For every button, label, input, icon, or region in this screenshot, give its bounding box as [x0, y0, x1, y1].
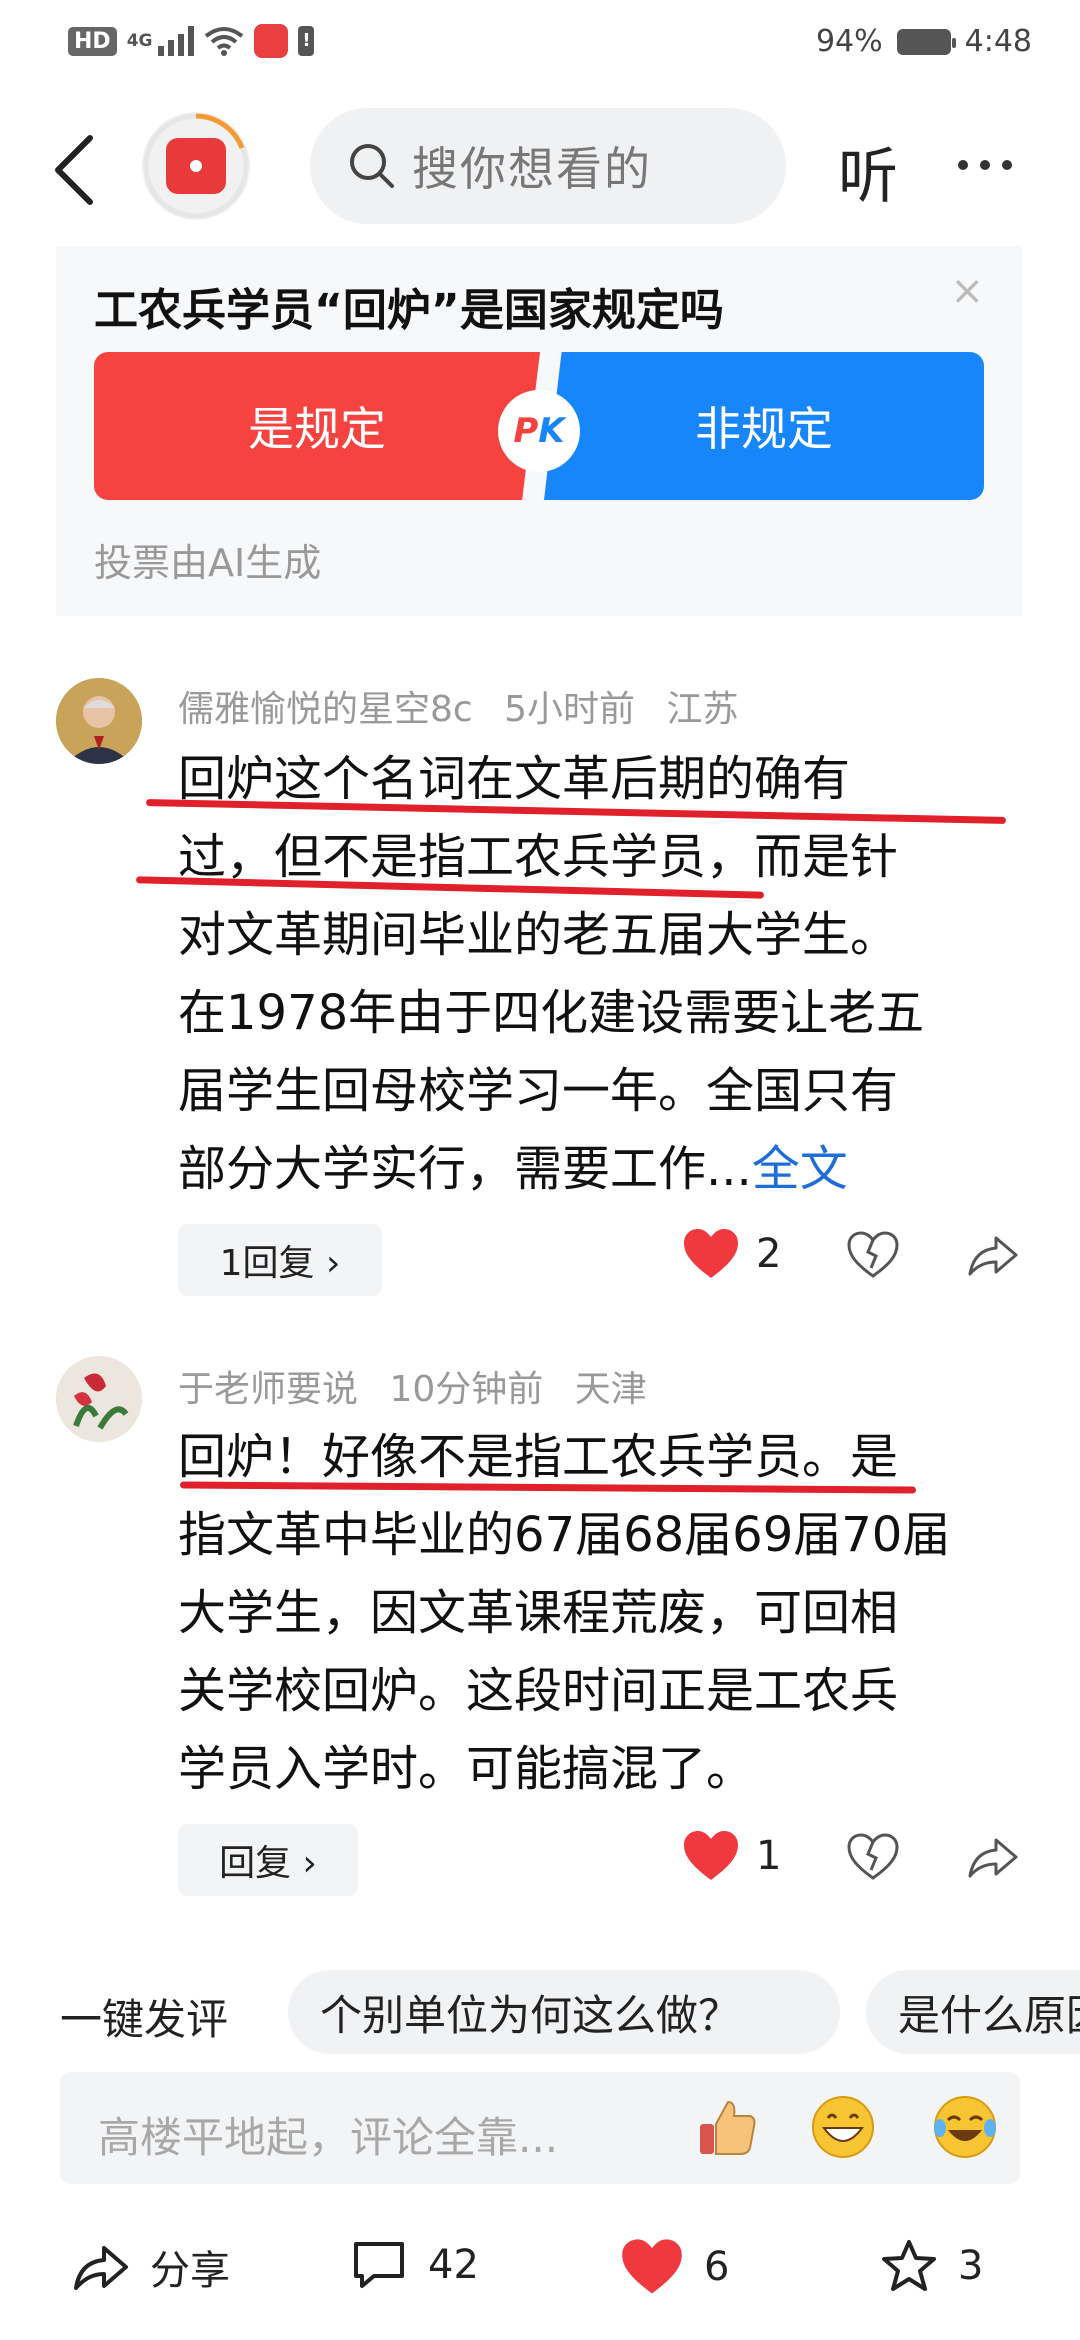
battery-percent: 94%: [815, 24, 883, 59]
like-count: 2: [756, 1231, 782, 1277]
status-bar: HD 4G ! 94% 4:48: [0, 0, 1080, 90]
comment-meta: 儒雅愉悦的星空8c 5小时前 江苏: [178, 680, 759, 732]
share-icon: [74, 2246, 128, 2290]
vote-no-button[interactable]: 非规定: [544, 352, 984, 500]
comment-line: 关学校回炉。这段时间正是工农兵: [178, 1663, 899, 1719]
dot-icon: [958, 160, 968, 170]
favorite-button[interactable]: 3: [880, 2238, 983, 2294]
comment-location: 天津: [574, 1369, 647, 1410]
dislike-heart-icon[interactable]: [846, 1230, 900, 1280]
share-label: 分享: [150, 2248, 230, 2294]
comment-meta: 于老师要说 10分钟前 天津: [178, 1360, 667, 1412]
quick-comment-chip[interactable]: 是什么原因: [866, 1970, 1080, 2054]
quick-comment-label: 一键发评: [60, 1995, 229, 2044]
flower-avatar-icon: [56, 1356, 142, 1442]
dot-icon: [1002, 160, 1012, 170]
share-arrow-icon[interactable]: [966, 1832, 1020, 1882]
share-button[interactable]: 分享: [72, 2238, 230, 2296]
poll-question: 工农兵学员“回炉”是国家规定吗: [94, 285, 724, 336]
like-count: 6: [704, 2244, 730, 2290]
comment-count: 42: [428, 2242, 479, 2288]
battery-icon: [896, 28, 956, 55]
quick-comment-chip[interactable]: 个别单位为何这么做？: [288, 1970, 840, 2054]
thumbs-up-emoji-icon[interactable]: [694, 2094, 760, 2160]
poll-card: 工农兵学员“回炉”是国家规定吗 × 是规定 非规定 PK 投票由AI生成: [56, 246, 1022, 616]
dislike-heart-icon[interactable]: [846, 1832, 900, 1882]
signal-icon: [158, 26, 195, 56]
comment-line: 指文革中毕业的67届68届69届70届: [178, 1507, 951, 1563]
reply-button[interactable]: 回复 ›: [178, 1824, 358, 1896]
heart-icon: [684, 1229, 738, 1278]
laughing-tears-emoji-icon[interactable]: [932, 2094, 998, 2160]
more-options-button[interactable]: [958, 160, 1012, 170]
vote-yes-button[interactable]: 是规定: [94, 352, 540, 500]
comment-username[interactable]: 于老师要说: [178, 1369, 358, 1410]
search-icon: [350, 144, 394, 188]
comment-line: 对文革期间毕业的老五届大学生。: [178, 907, 899, 963]
comment-input-placeholder: 高楼平地起，评论全靠...: [98, 2113, 559, 2162]
comment-body[interactable]: 回炉！好像不是指工农兵学员。是 指文革中毕业的67届68届69届70届 大学生，…: [178, 1418, 1018, 1808]
reply-count-button[interactable]: 1回复 ›: [178, 1224, 382, 1296]
comment-time: 10分钟前: [389, 1369, 544, 1410]
comment-location: 江苏: [666, 689, 739, 730]
favorite-count: 3: [958, 2243, 984, 2289]
huawei-app-icon: [254, 24, 289, 58]
comment-bubble-icon: [354, 2242, 404, 2288]
red-packet-icon: [166, 138, 226, 194]
comment-line: 届学生回母校学习一年。全国只有: [178, 1063, 899, 1119]
star-icon: [882, 2240, 936, 2291]
network-type: 4G: [126, 30, 153, 51]
like-count: 1: [756, 1833, 782, 1879]
comment-line-last: 部分大学实行，需要工作...全文: [178, 1141, 848, 1197]
close-icon[interactable]: ×: [950, 268, 984, 314]
clock: 4:48: [964, 24, 1032, 59]
comment-line: 大学生，因文革课程荒废，可回相: [178, 1585, 899, 1641]
search-placeholder: 搜你想看的: [412, 142, 652, 196]
share-arrow-icon[interactable]: [966, 1230, 1020, 1280]
hd-indicator: HD: [68, 26, 117, 56]
comment-line: 学员入学时。可能搞混了。: [178, 1741, 755, 1797]
avatar[interactable]: [56, 1356, 142, 1442]
poll-ai-note: 投票由AI生成: [94, 541, 322, 585]
wifi-icon: [205, 27, 244, 56]
back-arrow-icon[interactable]: [48, 132, 100, 208]
dot-icon: [980, 160, 990, 170]
app-logo[interactable]: [142, 112, 250, 220]
comment-like[interactable]: 1: [682, 1830, 781, 1882]
listen-button[interactable]: 听: [838, 128, 898, 215]
read-more-link[interactable]: 全文: [752, 1141, 848, 1197]
comment-input[interactable]: 高楼平地起，评论全靠...: [60, 2072, 1020, 2184]
grinning-emoji-icon[interactable]: [810, 2094, 876, 2160]
user-portrait-icon: [56, 678, 142, 764]
comment-like[interactable]: 2: [682, 1228, 781, 1280]
like-button[interactable]: 6: [620, 2238, 729, 2296]
heart-icon: [684, 1831, 738, 1880]
pk-badge: PK: [498, 390, 580, 472]
alert-icon: !: [298, 26, 315, 56]
comment-time: 5小时前: [504, 689, 636, 730]
search-bar[interactable]: 搜你想看的: [310, 108, 786, 224]
comment-line: 在1978年由于四化建设需要让老五: [178, 985, 925, 1041]
avatar[interactable]: [56, 678, 142, 764]
heart-icon: [622, 2239, 682, 2294]
comments-button[interactable]: 42: [350, 2238, 479, 2292]
comment-username[interactable]: 儒雅愉悦的星空8c: [178, 689, 473, 730]
